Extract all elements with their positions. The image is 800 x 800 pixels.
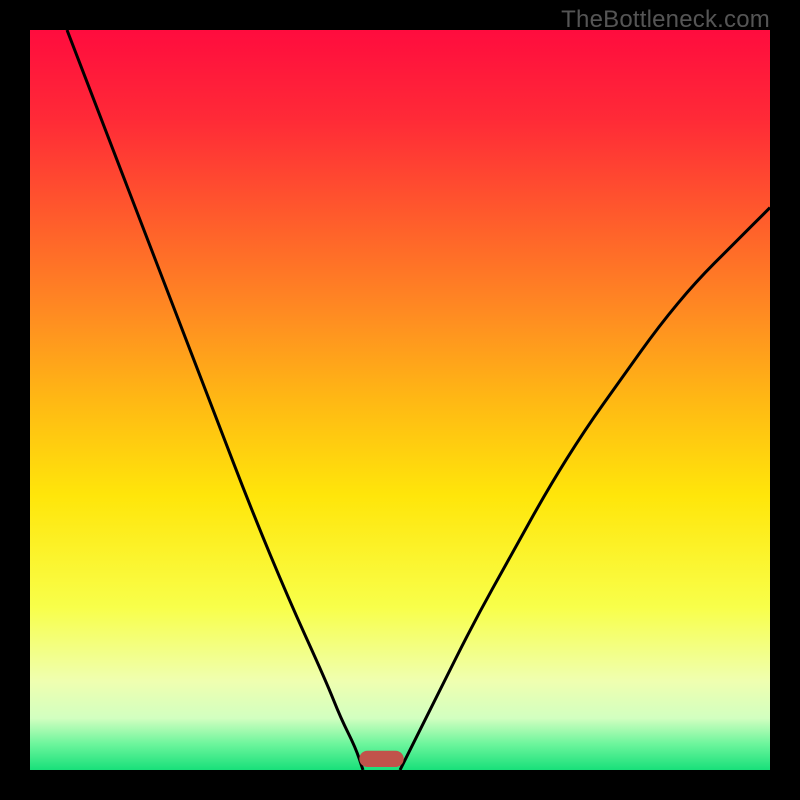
bottleneck-marker [359, 751, 403, 767]
gradient-background [30, 30, 770, 770]
bottleneck-chart [30, 30, 770, 770]
plot-area [30, 30, 770, 770]
chart-frame: TheBottleneck.com [0, 0, 800, 800]
